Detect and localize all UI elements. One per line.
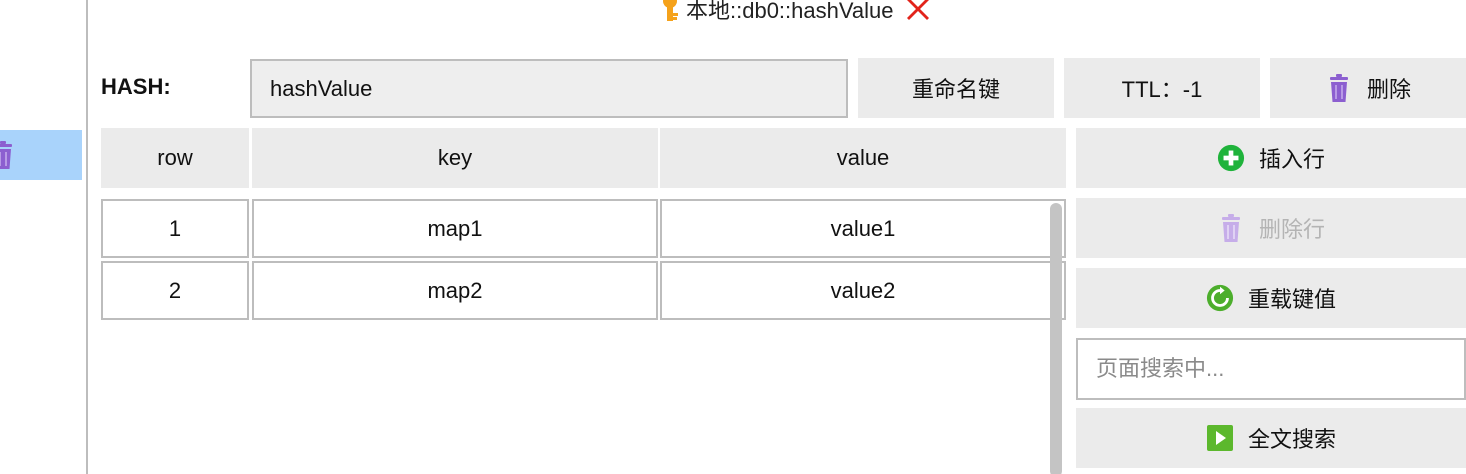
column-header-row[interactable]: row <box>101 128 249 188</box>
column-header-key[interactable]: key <box>252 128 658 188</box>
table-cell-value[interactable]: value1 <box>660 199 1066 258</box>
title-text: 本地::db0::hashValue <box>686 0 894 23</box>
table-cell-key[interactable]: map1 <box>252 199 658 258</box>
ttl-button[interactable]: TTL：-1 <box>1064 58 1260 118</box>
fulltext-search-label: 全文搜索 <box>1247 427 1336 452</box>
sidebar <box>0 0 88 474</box>
rename-key-button[interactable]: 重命名键 <box>858 58 1054 118</box>
rename-key-label: 重命名键 <box>911 77 1000 102</box>
key-title: 本地::db0::hashValue <box>656 0 932 24</box>
plus-circle-icon <box>1217 143 1245 173</box>
key-type-label: HASH: <box>101 74 171 99</box>
trash-icon <box>1325 73 1353 103</box>
insert-row-label: 插入行 <box>1258 147 1325 172</box>
table-cell-row[interactable]: 1 <box>101 199 249 258</box>
reload-key-label: 重载键值 <box>1247 287 1336 312</box>
refresh-icon <box>1206 283 1234 313</box>
table-scrollbar[interactable] <box>1050 203 1062 474</box>
reload-key-button[interactable]: 重载键值 <box>1076 268 1466 328</box>
sidebar-selected-item[interactable] <box>0 130 82 180</box>
key-name-input[interactable] <box>250 59 848 118</box>
table-cell-value[interactable]: value2 <box>660 261 1066 320</box>
play-icon <box>1206 423 1234 453</box>
table-cell-row[interactable]: 2 <box>101 261 249 320</box>
column-header-value[interactable]: value <box>660 128 1066 188</box>
key-icon <box>656 0 684 23</box>
delete-row-label: 删除行 <box>1258 217 1325 242</box>
trash-icon[interactable] <box>0 140 14 170</box>
page-search-input[interactable] <box>1076 338 1466 400</box>
table-cell-key[interactable]: map2 <box>252 261 658 320</box>
delete-row-button[interactable]: 删除行 <box>1076 198 1466 258</box>
delete-key-label: 删除 <box>1366 77 1411 102</box>
ttl-label: TTL：-1 <box>1121 77 1203 102</box>
insert-row-button[interactable]: 插入行 <box>1076 128 1466 188</box>
fulltext-search-button[interactable]: 全文搜索 <box>1076 408 1466 468</box>
delete-key-button[interactable]: 删除 <box>1270 58 1466 118</box>
close-icon[interactable] <box>904 0 932 23</box>
trash-icon <box>1217 213 1245 243</box>
